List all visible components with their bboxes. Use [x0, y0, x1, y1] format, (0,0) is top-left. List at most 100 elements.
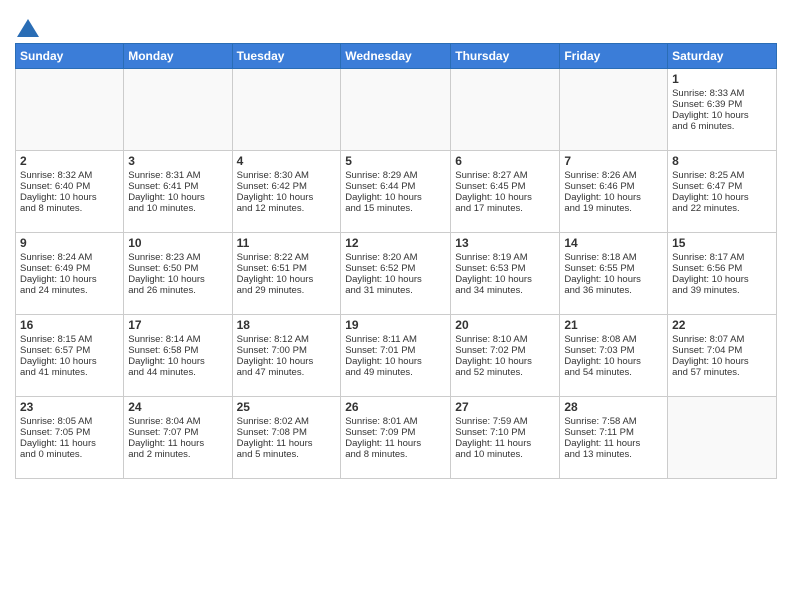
calendar-cell: 16Sunrise: 8:15 AMSunset: 6:57 PMDayligh… [16, 315, 124, 397]
day-info: Daylight: 10 hours [237, 274, 337, 285]
day-info: Sunset: 6:46 PM [564, 181, 663, 192]
logo-icon [17, 19, 39, 37]
day-number: 24 [128, 400, 227, 414]
day-info: Sunrise: 8:04 AM [128, 416, 227, 427]
weekday-header-tuesday: Tuesday [232, 44, 341, 69]
day-info: Daylight: 11 hours [455, 438, 555, 449]
day-info: Sunrise: 8:33 AM [672, 88, 772, 99]
day-info: Daylight: 11 hours [345, 438, 446, 449]
calendar-cell: 2Sunrise: 8:32 AMSunset: 6:40 PMDaylight… [16, 151, 124, 233]
day-info: Sunrise: 8:11 AM [345, 334, 446, 345]
day-info: Sunset: 6:56 PM [672, 263, 772, 274]
day-number: 20 [455, 318, 555, 332]
calendar-cell: 8Sunrise: 8:25 AMSunset: 6:47 PMDaylight… [668, 151, 777, 233]
day-number: 16 [20, 318, 119, 332]
day-number: 26 [345, 400, 446, 414]
day-info: Sunset: 6:57 PM [20, 345, 119, 356]
day-number: 3 [128, 154, 227, 168]
day-info: Daylight: 10 hours [455, 192, 555, 203]
day-info: Daylight: 10 hours [672, 274, 772, 285]
day-number: 5 [345, 154, 446, 168]
day-number: 25 [237, 400, 337, 414]
day-info: and 8 minutes. [20, 203, 119, 214]
weekday-header-thursday: Thursday [451, 44, 560, 69]
calendar-cell: 14Sunrise: 8:18 AMSunset: 6:55 PMDayligh… [560, 233, 668, 315]
day-number: 23 [20, 400, 119, 414]
calendar-cell [560, 69, 668, 151]
day-number: 15 [672, 236, 772, 250]
day-number: 18 [237, 318, 337, 332]
calendar-week-5: 23 Sunrise: 8:05 AMSunset: 7:05 PM Dayligh… [16, 397, 777, 479]
day-number: 4 [237, 154, 337, 168]
day-info: and 2 minutes. [128, 449, 227, 460]
day-info: Daylight: 10 hours [672, 192, 772, 203]
day-info: Sunset: 7:03 PM [564, 345, 663, 356]
day-info: and 34 minutes. [455, 285, 555, 296]
calendar-cell: 5Sunrise: 8:29 AMSunset: 6:44 PMDaylight… [341, 151, 451, 233]
day-info: Sunrise: 8:25 AM [672, 170, 772, 181]
day-number: 19 [345, 318, 446, 332]
day-info: Daylight: 10 hours [564, 192, 663, 203]
day-info: Daylight: 10 hours [345, 274, 446, 285]
weekday-header-sunday: Sunday [16, 44, 124, 69]
day-info: Sunrise: 8:19 AM [455, 252, 555, 263]
day-info: Sunrise: 8:23 AM [128, 252, 227, 263]
weekday-header-monday: Monday [124, 44, 232, 69]
day-info: Daylight: 10 hours [455, 274, 555, 285]
day-info: Sunset: 6:47 PM [672, 181, 772, 192]
day-number: 7 [564, 154, 663, 168]
day-info: Daylight: 10 hours [672, 356, 772, 367]
day-info: Daylight: 10 hours [128, 356, 227, 367]
day-info: and 12 minutes. [237, 203, 337, 214]
header [15, 10, 777, 37]
day-info: Daylight: 10 hours [564, 356, 663, 367]
calendar-cell: 1Sunrise: 8:33 AMSunset: 6:39 PMDaylight… [668, 69, 777, 151]
day-info: Sunset: 6:42 PM [237, 181, 337, 192]
day-info: and 19 minutes. [564, 203, 663, 214]
day-info: and 17 minutes. [455, 203, 555, 214]
calendar-week-1: 1Sunrise: 8:33 AMSunset: 6:39 PMDaylight… [16, 69, 777, 151]
day-info: Sunrise: 8:08 AM [564, 334, 663, 345]
day-info: Sunrise: 8:18 AM [564, 252, 663, 263]
day-info: Sunset: 7:10 PM [455, 427, 555, 438]
calendar-cell: 15Sunrise: 8:17 AMSunset: 6:56 PMDayligh… [668, 233, 777, 315]
day-info: Sunset: 7:02 PM [455, 345, 555, 356]
day-info: Sunset: 6:50 PM [128, 263, 227, 274]
day-info: and 54 minutes. [564, 367, 663, 378]
day-info: Sunrise: 7:58 AM [564, 416, 663, 427]
calendar-cell: 3Sunrise: 8:31 AMSunset: 6:41 PMDaylight… [124, 151, 232, 233]
calendar-cell: 22Sunrise: 8:07 AMSunset: 7:04 PMDayligh… [668, 315, 777, 397]
day-info: and 0 minutes. [20, 449, 119, 460]
day-info: Sunrise: 8:27 AM [455, 170, 555, 181]
day-number: 28 [564, 400, 663, 414]
day-info: Daylight: 10 hours [564, 274, 663, 285]
day-info: Sunset: 6:39 PM [672, 99, 772, 110]
day-info: and 39 minutes. [672, 285, 772, 296]
day-info: Sunrise: 8:05 AM [20, 416, 119, 427]
calendar-week-2: 2Sunrise: 8:32 AMSunset: 6:40 PMDaylight… [16, 151, 777, 233]
day-info: and 57 minutes. [672, 367, 772, 378]
day-info: Daylight: 10 hours [345, 192, 446, 203]
day-number: 6 [455, 154, 555, 168]
day-info: Sunrise: 8:26 AM [564, 170, 663, 181]
day-info: Sunset: 7:05 PM [20, 427, 119, 438]
day-info: Sunrise: 8:29 AM [345, 170, 446, 181]
day-info: Daylight: 10 hours [20, 192, 119, 203]
weekday-header-friday: Friday [560, 44, 668, 69]
day-info: Daylight: 10 hours [455, 356, 555, 367]
day-info: Sunset: 6:53 PM [455, 263, 555, 274]
day-info: Sunrise: 8:24 AM [20, 252, 119, 263]
day-info: Sunset: 6:41 PM [128, 181, 227, 192]
day-number: 2 [20, 154, 119, 168]
day-info: Daylight: 10 hours [237, 356, 337, 367]
day-info: Sunset: 7:01 PM [345, 345, 446, 356]
day-info: and 10 minutes. [128, 203, 227, 214]
day-number: 1 [672, 72, 772, 86]
day-info: and 5 minutes. [237, 449, 337, 460]
day-info: Sunrise: 8:31 AM [128, 170, 227, 181]
day-info: and 22 minutes. [672, 203, 772, 214]
day-info: Sunrise: 8:20 AM [345, 252, 446, 263]
day-info: Sunrise: 8:07 AM [672, 334, 772, 345]
calendar-cell: 24Sunrise: 8:04 AMSunset: 7:07 PMDayligh… [124, 397, 232, 479]
day-info: Sunset: 6:58 PM [128, 345, 227, 356]
